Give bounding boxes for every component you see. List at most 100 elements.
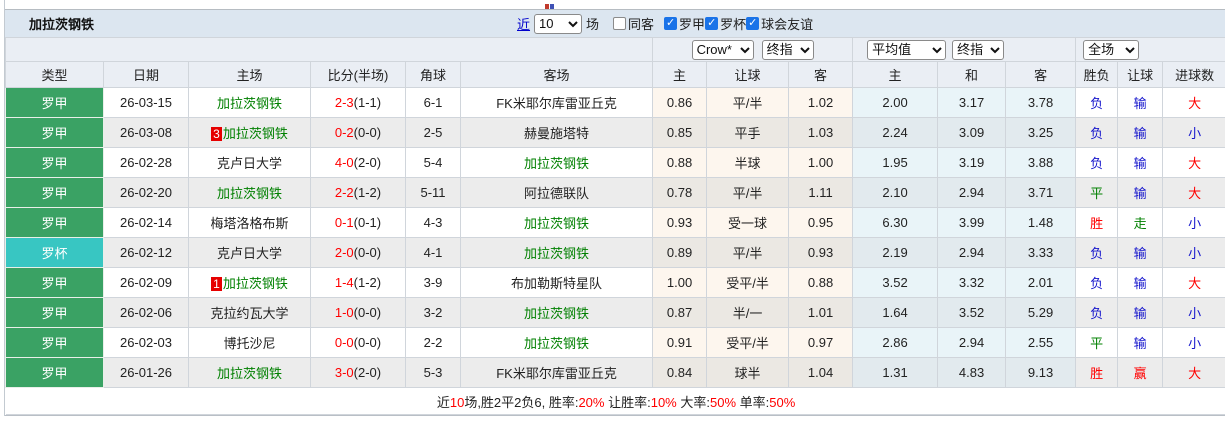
away-team-name[interactable]: 加拉茨钢铁 bbox=[524, 156, 589, 171]
home-team-cell: 加拉茨钢铁 bbox=[188, 177, 311, 208]
score-cell: 0-0(0-0) bbox=[310, 327, 406, 358]
match-date: 26-03-15 bbox=[103, 87, 189, 118]
euro-company-select[interactable]: 平均值 bbox=[867, 39, 947, 60]
away-team-name[interactable]: 赫曼施塔特 bbox=[524, 126, 589, 141]
col-asian-handicap: 让球 bbox=[706, 61, 790, 88]
team-name: 加拉茨钢铁 bbox=[29, 17, 95, 32]
result-goals: 小 bbox=[1162, 117, 1225, 148]
team-history-panel: 加拉茨钢铁 近 10 场 同客 罗甲 罗杯 球会友谊 bbox=[4, 10, 1225, 416]
euro-final-select[interactable]: 终指 bbox=[952, 39, 1005, 60]
rank-badge: 1 bbox=[211, 277, 222, 291]
summary-part: 50% bbox=[709, 394, 737, 410]
home-team-name[interactable]: 博托沙尼 bbox=[223, 336, 275, 351]
euro-away-odds: 3.71 bbox=[1005, 177, 1077, 208]
half-time-score: (0-0) bbox=[353, 125, 382, 140]
asian-away-odds: 1.03 bbox=[788, 117, 854, 148]
filter-label-cup: 罗杯 bbox=[720, 17, 747, 32]
asian-away-odds: 1.11 bbox=[788, 177, 854, 208]
home-team-name[interactable]: 加拉茨钢铁 bbox=[217, 366, 282, 381]
top-strip bbox=[5, 0, 1225, 10]
col-handicap-result: 让球 bbox=[1117, 61, 1164, 88]
home-team-cell: 1 加拉茨钢铁 bbox=[188, 267, 311, 298]
match-date: 26-02-28 bbox=[103, 147, 189, 178]
result-goals: 大 bbox=[1162, 357, 1225, 388]
result-outcome: 胜 bbox=[1075, 357, 1119, 388]
euro-draw-odds: 3.99 bbox=[937, 207, 1007, 238]
euro-away-odds: 3.33 bbox=[1005, 237, 1077, 268]
euro-away-odds: 1.48 bbox=[1005, 207, 1077, 238]
asian-away-odds: 1.02 bbox=[788, 87, 854, 118]
home-team-cell: 加拉茨钢铁 bbox=[188, 87, 311, 118]
result-handicap: 输 bbox=[1117, 267, 1164, 298]
result-outcome: 负 bbox=[1075, 297, 1119, 328]
clipped-content-fragment bbox=[545, 4, 549, 9]
table-row: 罗甲 26-03-08 3 加拉茨钢铁 0-2(0-0) 2-5 赫曼施塔特 0.… bbox=[5, 117, 1225, 148]
score-cell: 1-0(0-0) bbox=[310, 297, 406, 328]
result-handicap: 输 bbox=[1117, 117, 1164, 148]
corners: 4-1 bbox=[405, 237, 461, 268]
asian-home-odds: 0.85 bbox=[652, 117, 708, 148]
summary-part: 50% bbox=[769, 394, 796, 410]
euro-away-odds: 3.78 bbox=[1005, 87, 1077, 118]
home-team-cell: 克卢日大学 bbox=[188, 237, 311, 268]
summary-part: 大率: bbox=[676, 394, 710, 410]
home-team-cell: 克拉约瓦大学 bbox=[188, 297, 311, 328]
away-team-name[interactable]: 加拉茨钢铁 bbox=[524, 306, 589, 321]
result-outcome: 负 bbox=[1075, 267, 1119, 298]
full-time-score: 2-2 bbox=[334, 185, 354, 200]
euro-home-odds: 2.86 bbox=[852, 327, 939, 358]
league-badge: 罗甲 bbox=[5, 87, 104, 118]
asian-handicap: 受平/半 bbox=[706, 327, 790, 358]
col-euro-draw: 和 bbox=[937, 61, 1007, 88]
filter-checkbox-cup[interactable] bbox=[705, 17, 719, 30]
result-outcome: 负 bbox=[1075, 117, 1119, 148]
away-team-cell: 加拉茨钢铁 bbox=[459, 147, 654, 178]
euro-away-odds: 3.25 bbox=[1005, 117, 1077, 148]
home-team-name[interactable]: 加拉茨钢铁 bbox=[217, 96, 282, 111]
asian-handicap: 平/半 bbox=[706, 177, 790, 208]
match-date: 26-01-26 bbox=[103, 357, 189, 388]
scope-select[interactable]: 全场 bbox=[1083, 39, 1140, 60]
home-team-name[interactable]: 加拉茨钢铁 bbox=[217, 186, 282, 201]
home-team-name[interactable]: 加拉茨钢铁 bbox=[223, 276, 288, 291]
away-team-cell: 布加勒斯特星队 bbox=[459, 267, 654, 298]
away-team-name[interactable]: 加拉茨钢铁 bbox=[524, 246, 589, 261]
home-team-name[interactable]: 克卢日大学 bbox=[217, 246, 282, 261]
table-row: 罗甲 26-02-09 1 加拉茨钢铁 1-4(1-2) 3-9 布加勒斯特星队 … bbox=[5, 267, 1225, 298]
result-goals: 小 bbox=[1162, 237, 1225, 268]
half-time-score: (2-0) bbox=[353, 155, 382, 170]
corners: 2-5 bbox=[405, 117, 461, 148]
home-team-name[interactable]: 克卢日大学 bbox=[217, 156, 282, 171]
filter-checkbox-league[interactable] bbox=[664, 17, 678, 30]
table-row: 罗甲 26-02-14 梅塔洛格布斯 0-1(0-1) 4-3 加拉茨钢铁 0.… bbox=[5, 207, 1225, 238]
recent-count-select[interactable]: 10 bbox=[534, 13, 583, 34]
asian-away-odds: 0.97 bbox=[788, 327, 854, 358]
recent-link[interactable]: 近 bbox=[517, 14, 530, 33]
asian-handicap: 平/半 bbox=[706, 87, 790, 118]
euro-odds-source-cell: 平均值 终指 bbox=[852, 37, 1077, 62]
asian-final-select[interactable]: 终指 bbox=[761, 39, 814, 60]
same-venue-checkbox[interactable] bbox=[613, 17, 627, 30]
home-team-name[interactable]: 梅塔洛格布斯 bbox=[210, 216, 288, 231]
result-outcome: 负 bbox=[1075, 237, 1119, 268]
away-team-name[interactable]: 加拉茨钢铁 bbox=[524, 216, 589, 231]
filter-checkbox-friendly[interactable] bbox=[746, 17, 760, 30]
full-time-score: 0-1 bbox=[334, 215, 354, 230]
away-team-name[interactable]: FK米耶尔库雷亚丘克 bbox=[496, 366, 617, 381]
summary-part: 让胜率: bbox=[604, 394, 651, 410]
full-time-score: 4-0 bbox=[334, 155, 354, 170]
away-team-name[interactable]: 布加勒斯特星队 bbox=[511, 276, 602, 291]
asian-away-odds: 0.95 bbox=[788, 207, 854, 238]
result-goals: 大 bbox=[1162, 177, 1225, 208]
away-team-name[interactable]: FK米耶尔库雷亚丘克 bbox=[496, 96, 617, 111]
asian-away-odds: 1.00 bbox=[788, 147, 854, 178]
home-team-cell: 克卢日大学 bbox=[188, 147, 311, 178]
result-handicap: 输 bbox=[1117, 177, 1164, 208]
home-team-name[interactable]: 克拉约瓦大学 bbox=[210, 306, 288, 321]
col-euro-away: 客 bbox=[1005, 61, 1077, 88]
away-team-name[interactable]: 阿拉德联队 bbox=[524, 186, 589, 201]
home-team-name[interactable]: 加拉茨钢铁 bbox=[223, 126, 288, 141]
away-team-name[interactable]: 加拉茨钢铁 bbox=[524, 336, 589, 351]
asian-company-select[interactable]: Crow* bbox=[691, 39, 754, 60]
euro-home-odds: 2.19 bbox=[852, 237, 939, 268]
